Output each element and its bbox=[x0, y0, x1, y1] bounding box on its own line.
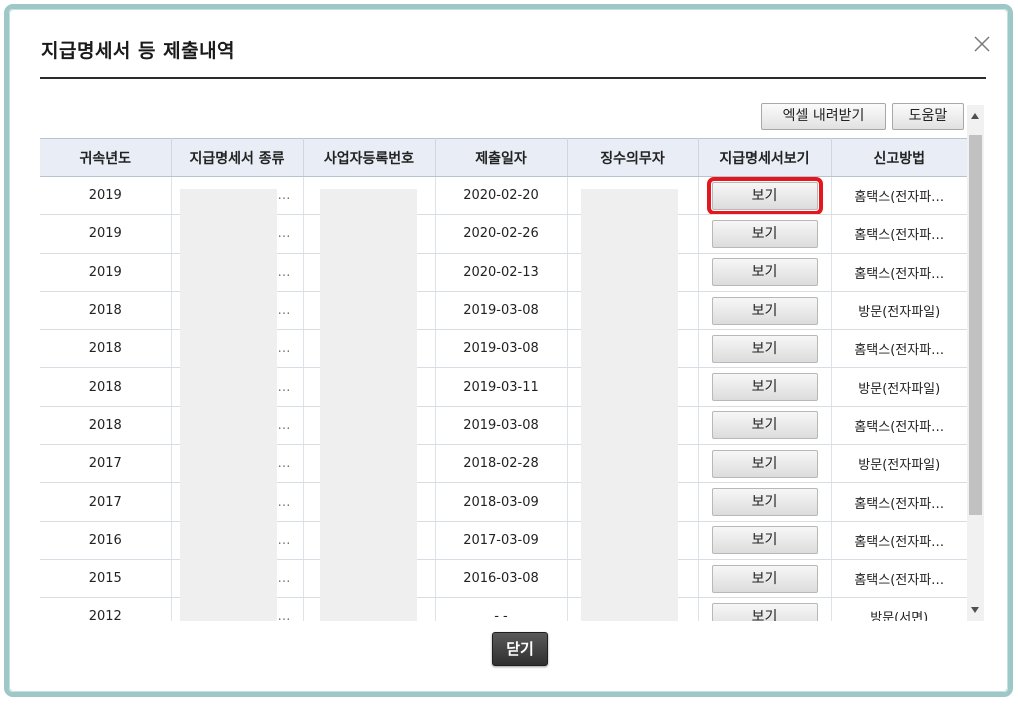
cell-year: 2018 bbox=[40, 291, 172, 331]
cell-method: 방문(전자파일) bbox=[831, 291, 967, 331]
submission-grid: 귀속년도 지급명세서 종류 사업자등록번호 제출일자 징수의무자 지급명세서보기… bbox=[40, 138, 967, 621]
view-statement-button[interactable]: 보기 bbox=[711, 219, 818, 248]
column-header-kind[interactable]: 지급명세서 종류 bbox=[171, 138, 304, 177]
cell-submit-date: 2019-03-08 bbox=[435, 291, 568, 331]
cell-year: 2019 bbox=[40, 253, 172, 292]
cell-view: 보기 bbox=[698, 444, 832, 484]
help-button[interactable]: 도움말 bbox=[892, 103, 964, 130]
close-button[interactable]: 닫기 bbox=[492, 632, 548, 666]
column-header-year[interactable]: 귀속년도 bbox=[40, 138, 172, 177]
view-statement-button[interactable]: 보기 bbox=[711, 526, 818, 555]
cell-year: 2018 bbox=[40, 367, 172, 407]
scrollbar-thumb[interactable] bbox=[969, 135, 982, 515]
cell-submit-date: 2016-03-08 bbox=[435, 559, 568, 599]
cell-method: 홈택스(전자파… bbox=[831, 559, 967, 599]
view-statement-button[interactable]: 보기 bbox=[711, 411, 818, 440]
cell-year: 2018 bbox=[40, 329, 172, 369]
cell-view: 보기 bbox=[698, 406, 832, 446]
redacted-area bbox=[581, 189, 678, 621]
cell-view: 보기 bbox=[698, 214, 832, 254]
cell-year: 2018 bbox=[40, 406, 172, 446]
view-statement-button[interactable]: 보기 bbox=[711, 296, 818, 325]
cell-submit-date: 2020-02-13 bbox=[435, 253, 568, 292]
cell-view: 보기 bbox=[698, 559, 832, 599]
cell-method: 방문(전자파일) bbox=[831, 367, 967, 407]
cell-view: 보기 bbox=[698, 521, 832, 560]
cell-view: 보기 bbox=[698, 597, 832, 621]
cell-method: 방문(서면) bbox=[831, 597, 967, 621]
cell-year: 2015 bbox=[40, 559, 172, 599]
column-header-submit-date[interactable]: 제출일자 bbox=[435, 138, 568, 177]
cell-method: 홈택스(전자파… bbox=[831, 253, 967, 292]
dialog-window: 지급명세서 등 제출내역 엑셀 내려받기 도움말 귀속년도 지급명세서 종류 사… bbox=[4, 4, 1013, 697]
cell-view: 보기 bbox=[698, 291, 832, 331]
cell-method: 홈택스(전자파… bbox=[831, 176, 967, 216]
view-statement-button[interactable]: 보기 bbox=[711, 602, 818, 621]
cell-view: 보기 bbox=[698, 253, 832, 292]
table-header-row: 귀속년도 지급명세서 종류 사업자등록번호 제출일자 징수의무자 지급명세서보기… bbox=[40, 138, 967, 177]
cell-method: 홈택스(전자파… bbox=[831, 329, 967, 369]
cell-submit-date: 2018-02-28 bbox=[435, 444, 568, 484]
close-icon[interactable] bbox=[971, 33, 993, 55]
view-statement-button[interactable]: 보기 bbox=[711, 373, 818, 402]
cell-submit-date: 2019-03-08 bbox=[435, 406, 568, 446]
excel-download-button[interactable]: 엑셀 내려받기 bbox=[761, 103, 886, 130]
cell-submit-date: 2018-03-09 bbox=[435, 482, 568, 522]
cell-submit-date: 2020-02-26 bbox=[435, 214, 568, 254]
cell-year: 2012 bbox=[40, 597, 172, 621]
redacted-area bbox=[180, 189, 277, 621]
cell-method: 홈택스(전자파… bbox=[831, 521, 967, 560]
cell-year: 2017 bbox=[40, 482, 172, 522]
redacted-area bbox=[320, 189, 417, 621]
cell-view: 보기 bbox=[698, 367, 832, 407]
column-header-method[interactable]: 신고방법 bbox=[831, 138, 967, 177]
view-statement-button[interactable]: 보기 bbox=[711, 334, 818, 363]
cell-submit-date: 2019-03-08 bbox=[435, 329, 568, 369]
cell-method: 홈택스(전자파… bbox=[831, 406, 967, 446]
cell-method: 홈택스(전자파… bbox=[831, 214, 967, 254]
cell-submit-date: 2019-03-11 bbox=[435, 367, 568, 407]
view-statement-button[interactable]: 보기 bbox=[711, 564, 818, 593]
view-statement-button[interactable]: 보기 bbox=[706, 176, 823, 214]
cell-view: 보기 bbox=[698, 329, 832, 369]
cell-year: 2019 bbox=[40, 176, 172, 216]
cell-method: 홈택스(전자파… bbox=[831, 482, 967, 522]
cell-view: 보기 bbox=[698, 482, 832, 522]
view-statement-button[interactable]: 보기 bbox=[711, 258, 818, 287]
cell-submit-date: - - bbox=[435, 597, 568, 621]
chevron-down-icon[interactable] bbox=[971, 607, 979, 613]
cell-method: 방문(전자파일) bbox=[831, 444, 967, 484]
cell-year: 2019 bbox=[40, 214, 172, 254]
cell-submit-date: 2020-02-20 bbox=[435, 176, 568, 216]
cell-year: 2016 bbox=[40, 521, 172, 560]
title-divider bbox=[40, 77, 986, 79]
vertical-scrollbar[interactable] bbox=[967, 105, 984, 621]
column-header-view[interactable]: 지급명세서보기 bbox=[698, 138, 832, 177]
dialog-title: 지급명세서 등 제출내역 bbox=[41, 40, 236, 62]
view-statement-button[interactable]: 보기 bbox=[711, 449, 818, 478]
view-statement-button[interactable]: 보기 bbox=[711, 488, 818, 517]
column-header-business-number[interactable]: 사업자등록번호 bbox=[303, 138, 436, 177]
cell-submit-date: 2017-03-09 bbox=[435, 521, 568, 560]
chevron-up-icon[interactable] bbox=[971, 113, 979, 119]
column-header-withholder[interactable]: 징수의무자 bbox=[567, 138, 699, 177]
cell-year: 2017 bbox=[40, 444, 172, 484]
cell-view: 보기 bbox=[698, 176, 832, 216]
